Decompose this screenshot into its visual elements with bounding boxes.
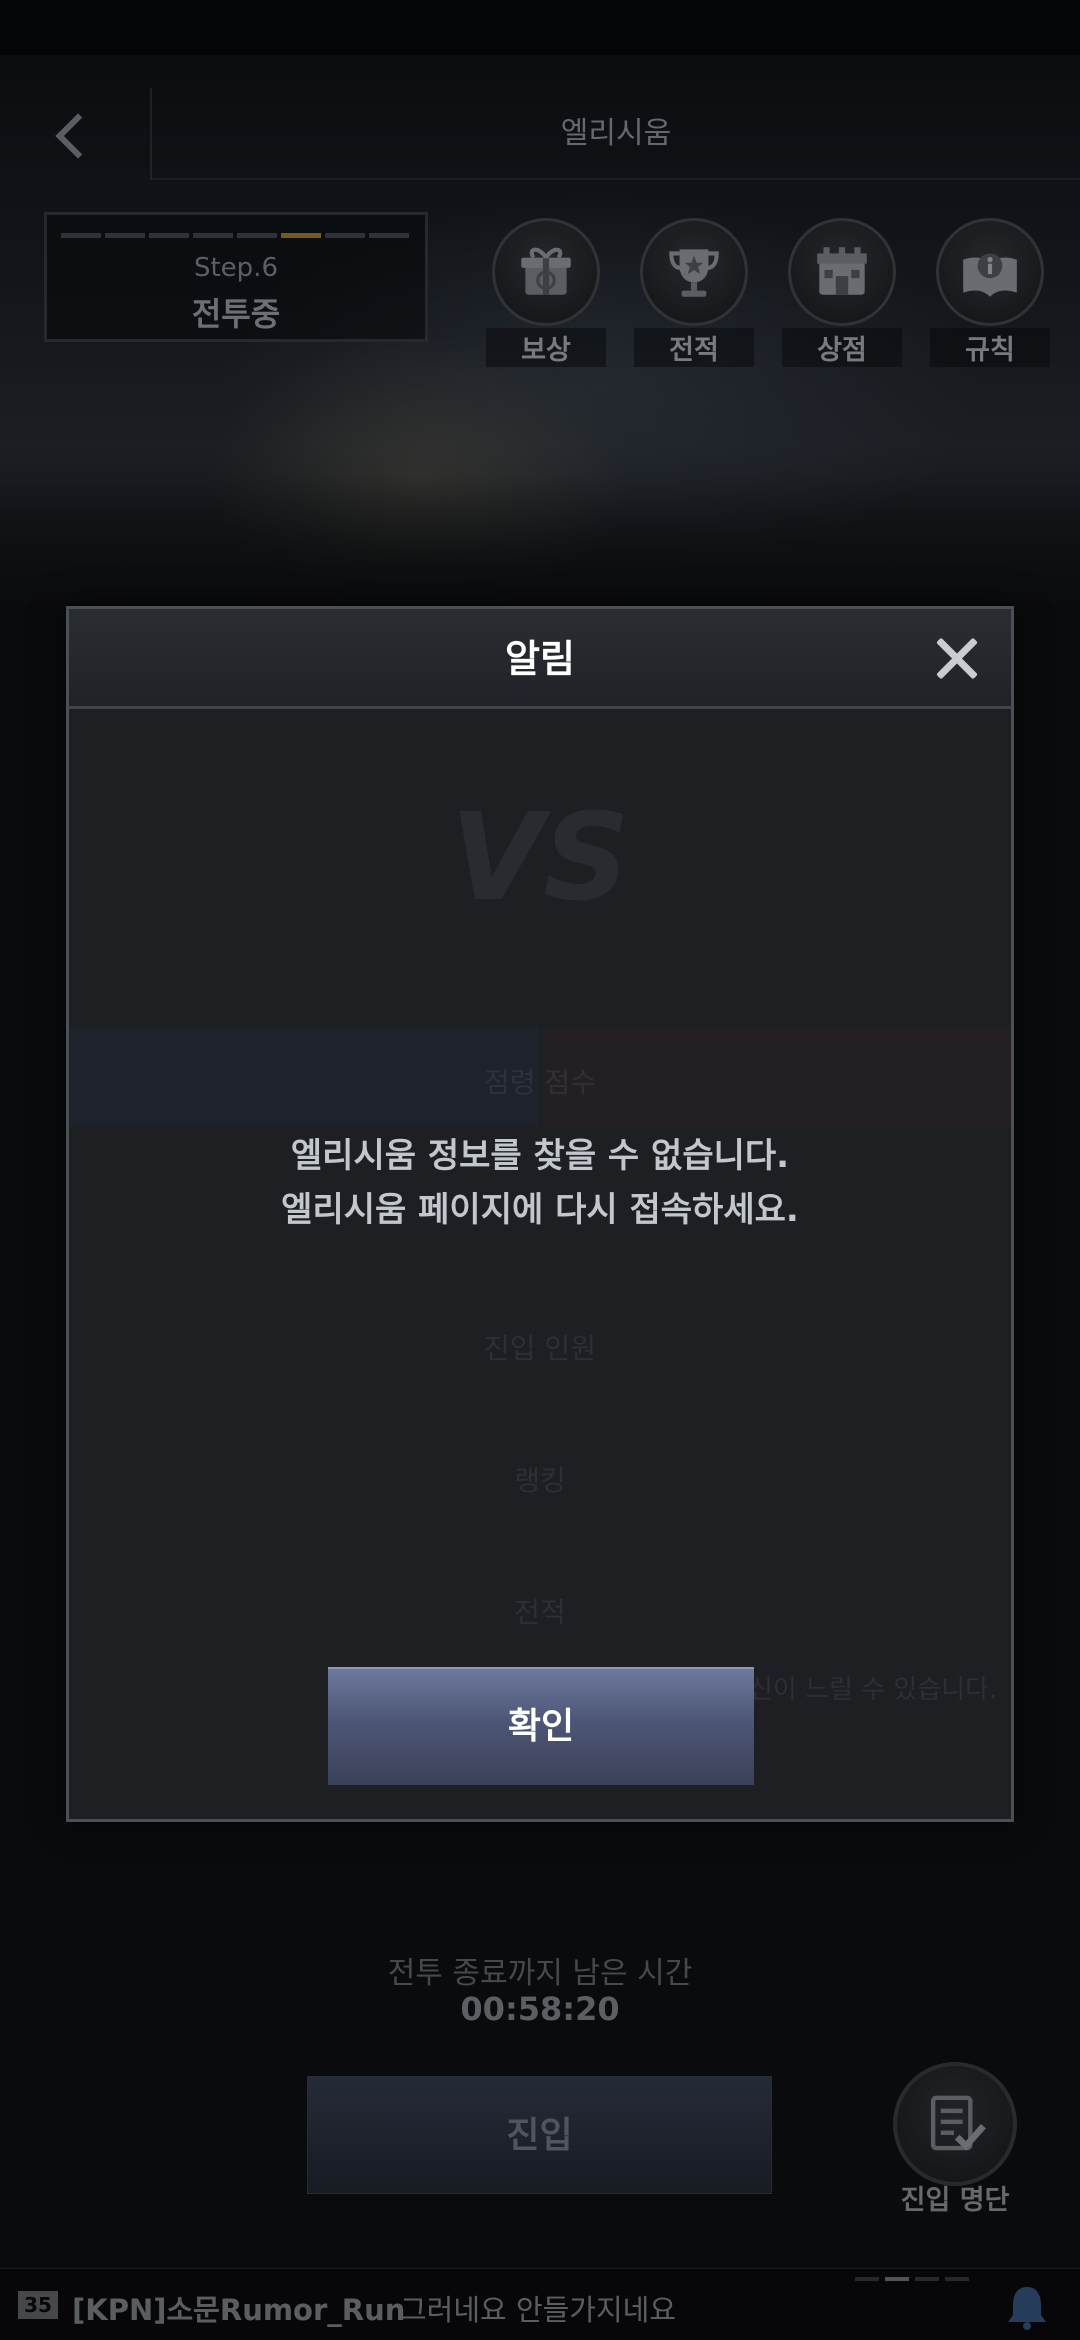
ghost-vs-text: VS xyxy=(450,789,630,928)
ghost-ranking-label: 랭킹 xyxy=(514,1464,566,1497)
dialog-header: 알림 xyxy=(69,609,1011,709)
confirm-button[interactable]: 확인 xyxy=(328,1667,754,1785)
ghost-entrants-label: 진입 인원 xyxy=(484,1332,596,1365)
dialog-message-line2: 엘리시움 페이지에 다시 접속하세요. xyxy=(281,1190,799,1230)
close-icon[interactable] xyxy=(927,629,987,689)
ghost-note-text: 신이 느릴 수 있습니다. xyxy=(749,1675,998,1705)
dialog-title: 알림 xyxy=(505,637,575,681)
dialog-message-line1: 엘리시움 정보를 찾을 수 없습니다. xyxy=(290,1136,790,1176)
ghost-score-label: 점령 점수 xyxy=(484,1066,596,1099)
ghost-record-label: 전적 xyxy=(514,1596,566,1629)
alert-dialog: 알림 VS 점령 점수 진입 인원 랭킹 전적 신이 느릴 수 있습니다. 엘리… xyxy=(66,606,1014,1822)
dialog-message: 엘리시움 정보를 찾을 수 없습니다. 엘리시움 페이지에 다시 접속하세요. xyxy=(69,1129,1011,1237)
